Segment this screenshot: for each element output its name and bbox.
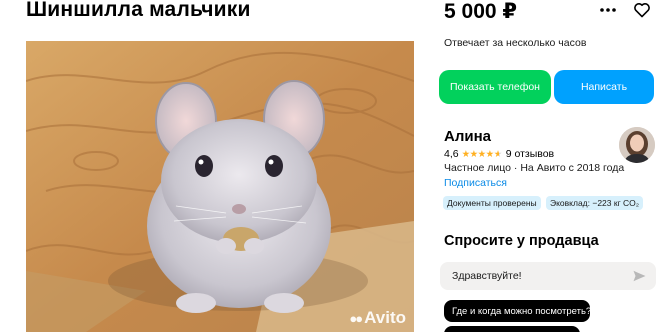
ask-seller-title: Спросите у продавца bbox=[444, 233, 599, 249]
listing-photo[interactable]: ●● Avito bbox=[26, 41, 414, 332]
avito-logo-icon: ●● bbox=[349, 310, 363, 326]
seller-rating[interactable]: 4,6 ★★★★★ 9 отзывов bbox=[444, 148, 554, 160]
listing-title: Шиншилла мальчики bbox=[26, 0, 251, 21]
badge-docs-verified: Документы проверены bbox=[443, 196, 541, 210]
rating-stars-icon: ★★★★★ bbox=[461, 148, 503, 160]
badge-eco-contribution: Эковклад: −223 кг CO₂ bbox=[546, 196, 644, 210]
message-input[interactable]: Здравствуйте! bbox=[440, 262, 656, 290]
favorite-button[interactable] bbox=[632, 0, 652, 20]
send-icon[interactable] bbox=[633, 270, 646, 282]
watermark-text: Avito bbox=[364, 308, 406, 327]
reviews-link[interactable]: 9 отзывов bbox=[506, 148, 554, 160]
suggestion-chip[interactable]: Где и когда можно посмотреть? bbox=[444, 300, 591, 322]
seller-name[interactable]: Алина bbox=[444, 128, 491, 145]
more-dots-icon bbox=[600, 8, 616, 12]
rating-value: 4,6 bbox=[444, 148, 459, 160]
show-phone-button[interactable]: Показать телефон bbox=[439, 70, 551, 104]
subscribe-link[interactable]: Подписаться bbox=[444, 177, 507, 189]
message-input-value: Здравствуйте! bbox=[452, 270, 522, 282]
write-message-button[interactable]: Написать bbox=[554, 70, 654, 104]
more-options-button[interactable] bbox=[598, 0, 618, 20]
avatar-image bbox=[619, 127, 655, 163]
listing-price: 5 000 ₽ bbox=[444, 0, 517, 23]
seller-meta: Частное лицо · На Авито с 2018 года bbox=[444, 162, 625, 174]
response-time: Отвечает за несколько часов bbox=[444, 37, 587, 49]
heart-icon bbox=[634, 3, 650, 18]
seller-avatar[interactable] bbox=[619, 127, 655, 163]
chinchilla-image bbox=[26, 41, 414, 332]
suggestion-chip[interactable] bbox=[444, 326, 580, 332]
avito-watermark: ●● Avito bbox=[349, 308, 406, 328]
